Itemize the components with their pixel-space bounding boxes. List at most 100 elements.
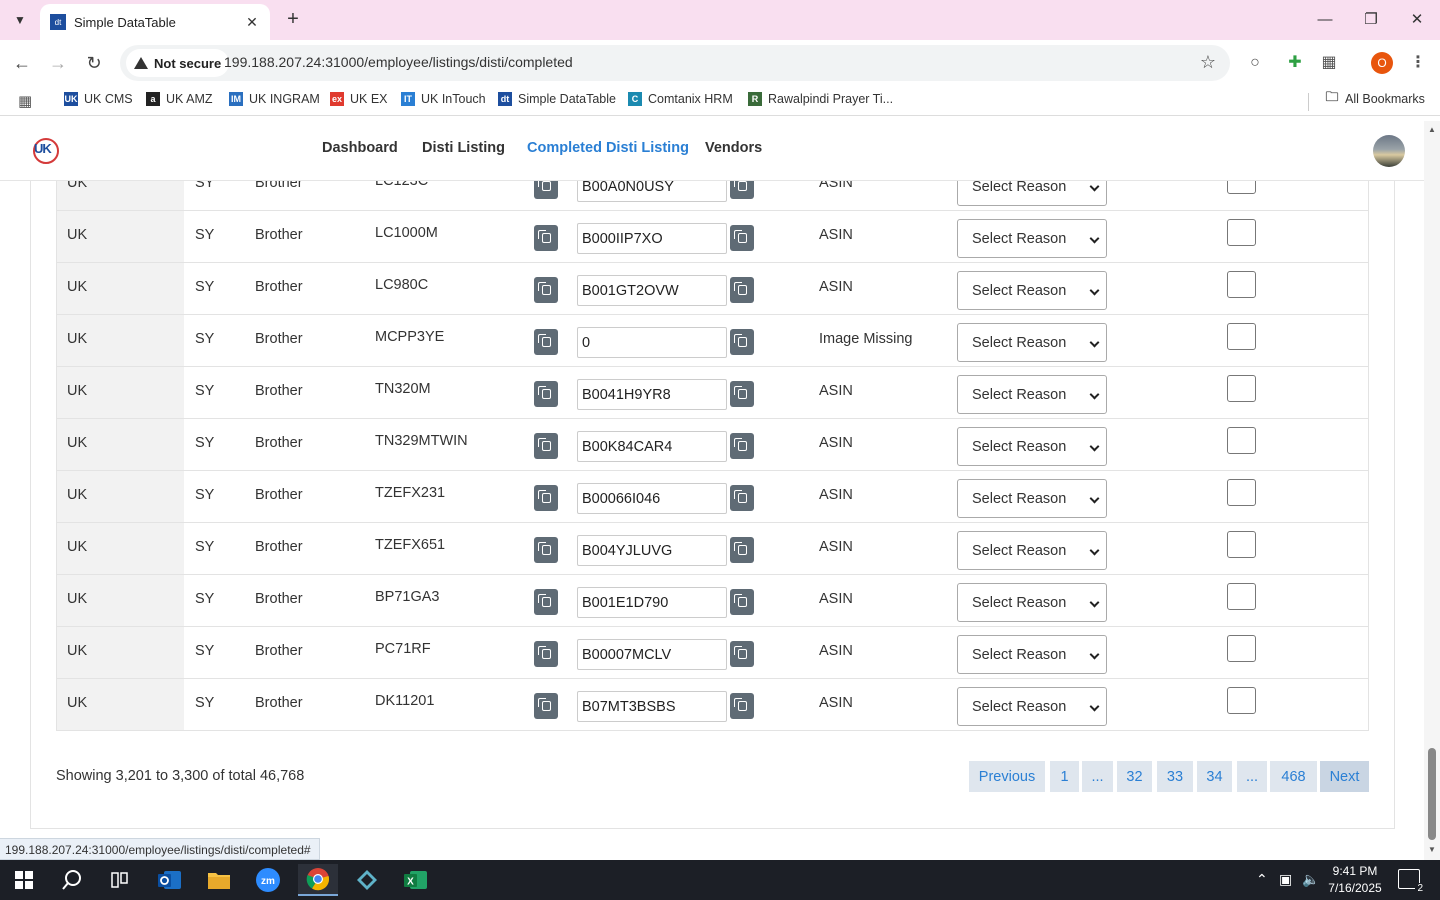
asin-input[interactable] — [577, 181, 727, 202]
reason-select[interactable]: Select Reason — [957, 531, 1107, 570]
bookmark-item[interactable]: IM UK INGRAM — [229, 92, 320, 106]
bookmark-star-icon[interactable]: ☆ — [1200, 52, 1216, 73]
app-diamond-icon[interactable] — [347, 864, 387, 896]
copy-asin-button[interactable] — [730, 381, 754, 407]
copy-sku-button[interactable] — [534, 225, 558, 251]
pager-next[interactable]: Next — [1320, 761, 1369, 792]
asin-input[interactable] — [577, 379, 727, 410]
copy-asin-button[interactable] — [730, 181, 754, 199]
minimize-icon[interactable]: — — [1310, 8, 1340, 32]
scroll-down-arrow-icon[interactable]: ▼ — [1428, 845, 1436, 854]
row-checkbox[interactable] — [1227, 687, 1256, 714]
copy-sku-button[interactable] — [534, 329, 558, 355]
asin-input[interactable] — [577, 275, 727, 306]
notifications-icon[interactable]: 2 — [1398, 869, 1425, 894]
copy-sku-button[interactable] — [534, 537, 558, 563]
reason-select[interactable]: Select Reason — [957, 271, 1107, 310]
bookmark-item[interactable]: ex UK EX — [330, 92, 388, 106]
network-icon[interactable]: ▣ — [1279, 871, 1292, 888]
bookmark-item[interactable]: dt Simple DataTable — [498, 92, 616, 106]
extension-plus-icon[interactable]: ✚ — [1284, 52, 1306, 74]
bookmark-item[interactable]: C Comtanix HRM — [628, 92, 733, 106]
row-checkbox[interactable] — [1227, 181, 1256, 194]
copy-sku-button[interactable] — [534, 277, 558, 303]
tray-chevron-up-icon[interactable]: ⌃ — [1256, 871, 1268, 888]
copy-asin-button[interactable] — [730, 641, 754, 667]
row-checkbox[interactable] — [1227, 219, 1256, 246]
nav-disti-listing[interactable]: Disti Listing — [422, 140, 505, 156]
restore-icon[interactable]: ❐ — [1356, 8, 1386, 32]
copy-sku-button[interactable] — [534, 485, 558, 511]
row-checkbox[interactable] — [1227, 427, 1256, 454]
bookmark-item[interactable]: UK UK CMS — [64, 92, 133, 106]
copy-sku-button[interactable] — [534, 433, 558, 459]
pager-ellipsis[interactable]: ... — [1082, 761, 1113, 792]
copy-asin-button[interactable] — [730, 329, 754, 355]
scroll-thumb[interactable] — [1428, 748, 1436, 840]
pager-page[interactable]: 1 — [1050, 761, 1079, 792]
nav-dashboard[interactable]: Dashboard — [322, 140, 398, 156]
nav-completed-disti-listing[interactable]: Completed Disti Listing — [527, 140, 689, 156]
asin-input[interactable] — [577, 691, 727, 722]
pager-previous[interactable]: Previous — [969, 761, 1045, 792]
asin-input[interactable] — [577, 535, 727, 566]
translate-globe-icon[interactable]: ○ — [1244, 52, 1266, 74]
pager-page[interactable]: 33 — [1157, 761, 1193, 792]
reason-select[interactable]: Select Reason — [957, 323, 1107, 362]
asin-input[interactable] — [577, 483, 727, 514]
row-checkbox[interactable] — [1227, 635, 1256, 662]
extensions-puzzle-icon[interactable]: ▦ — [1318, 52, 1340, 74]
back-arrow-icon[interactable]: ← — [9, 50, 35, 76]
pager-page[interactable]: 34 — [1197, 761, 1232, 792]
bookmark-item[interactable]: IT UK InTouch — [401, 92, 486, 106]
asin-input[interactable] — [577, 223, 727, 254]
url-text[interactable]: 199.188.207.24:31000/employee/listings/d… — [224, 54, 573, 70]
row-checkbox[interactable] — [1227, 479, 1256, 506]
tab-search-chevron-icon[interactable]: ▼ — [6, 6, 34, 34]
file-explorer-icon[interactable] — [199, 864, 239, 896]
scroll-up-arrow-icon[interactable]: ▲ — [1428, 125, 1436, 134]
apps-grid-icon[interactable]: ▦ — [18, 92, 32, 110]
address-bar[interactable]: Not secure 199.188.207.24:31000/employee… — [120, 45, 1230, 81]
site-info-chip[interactable]: Not secure — [126, 49, 230, 77]
copy-asin-button[interactable] — [730, 485, 754, 511]
asin-input[interactable] — [577, 639, 727, 670]
copy-asin-button[interactable] — [730, 433, 754, 459]
menu-kebab-icon[interactable]: ⋮ — [1407, 52, 1429, 74]
reason-select[interactable]: Select Reason — [957, 479, 1107, 518]
search-icon[interactable] — [52, 864, 92, 896]
start-icon[interactable] — [4, 864, 44, 896]
copy-asin-button[interactable] — [730, 693, 754, 719]
copy-asin-button[interactable] — [730, 225, 754, 251]
reason-select[interactable]: Select Reason — [957, 427, 1107, 466]
row-checkbox[interactable] — [1227, 583, 1256, 610]
chrome-icon[interactable] — [298, 864, 338, 896]
pager-page[interactable]: 468 — [1270, 761, 1317, 792]
copy-asin-button[interactable] — [730, 277, 754, 303]
browser-tab[interactable]: dt Simple DataTable ✕ — [40, 4, 270, 40]
reason-select[interactable]: Select Reason — [957, 635, 1107, 674]
reason-select[interactable]: Select Reason — [957, 583, 1107, 622]
row-checkbox[interactable] — [1227, 271, 1256, 298]
new-tab-plus-icon[interactable]: + — [282, 8, 304, 30]
system-clock[interactable]: 9:41 PM 7/16/2025 — [1320, 863, 1390, 897]
reason-select[interactable]: Select Reason — [957, 375, 1107, 414]
user-avatar[interactable] — [1373, 135, 1405, 167]
forward-arrow-icon[interactable]: → — [45, 50, 71, 76]
copy-sku-button[interactable] — [534, 589, 558, 615]
all-bookmarks[interactable]: 🗀 All Bookmarks — [1325, 89, 1424, 106]
bookmark-item[interactable]: a UK AMZ — [146, 92, 213, 106]
reason-select[interactable]: Select Reason — [957, 181, 1107, 206]
task-view-icon[interactable] — [100, 864, 140, 896]
copy-asin-button[interactable] — [730, 589, 754, 615]
zoom-icon[interactable]: zm — [248, 864, 288, 896]
reload-icon[interactable]: ↻ — [81, 50, 107, 76]
reason-select[interactable]: Select Reason — [957, 219, 1107, 258]
reason-select[interactable]: Select Reason — [957, 687, 1107, 726]
asin-input[interactable] — [577, 431, 727, 462]
copy-asin-button[interactable] — [730, 537, 754, 563]
profile-avatar[interactable]: O — [1371, 52, 1393, 74]
row-checkbox[interactable] — [1227, 531, 1256, 558]
copy-sku-button[interactable] — [534, 641, 558, 667]
bookmark-item[interactable]: R Rawalpindi Prayer Ti... — [748, 92, 893, 106]
